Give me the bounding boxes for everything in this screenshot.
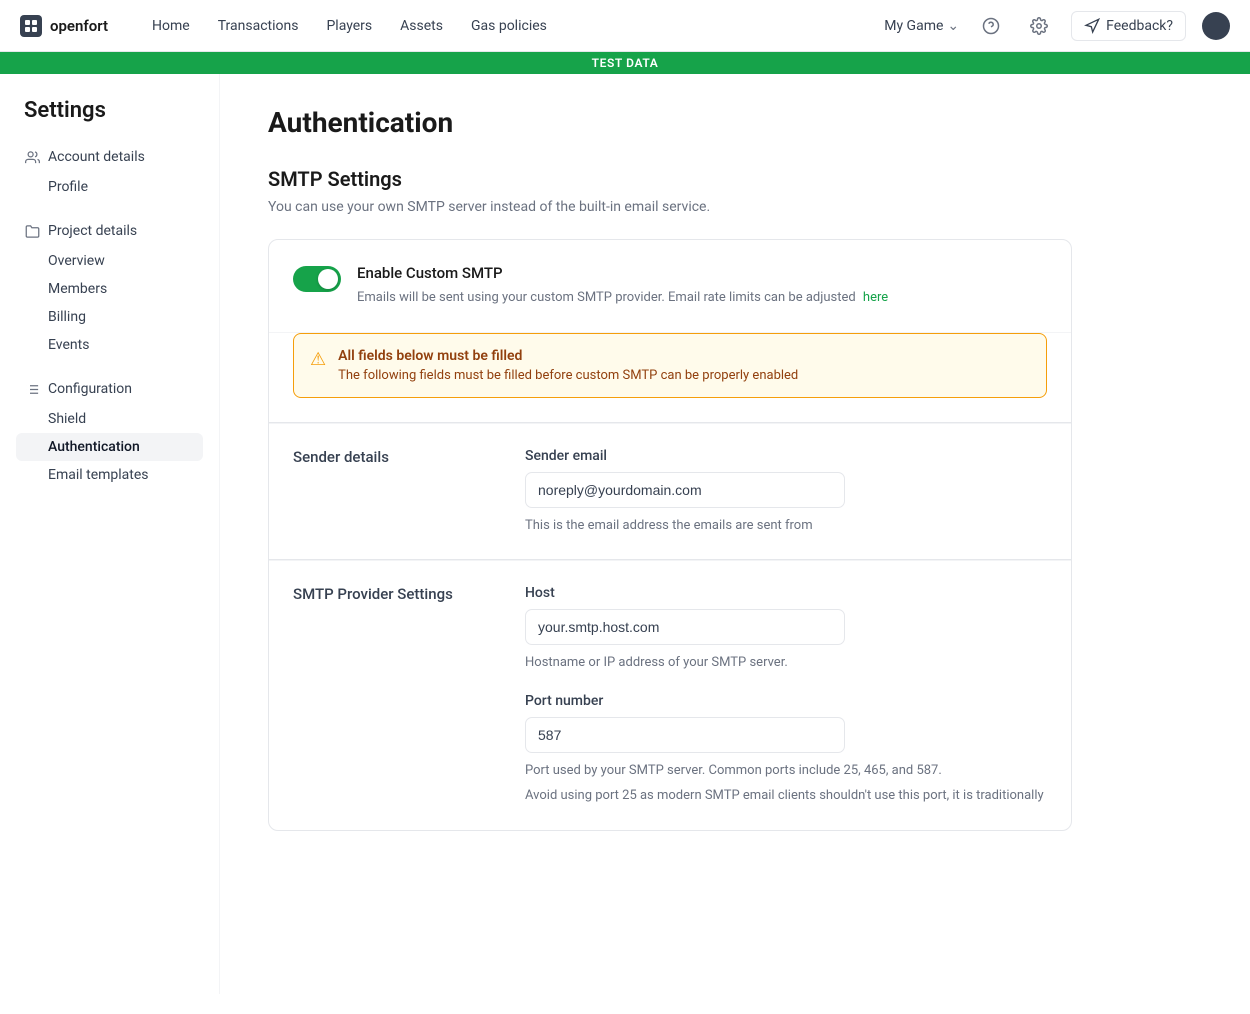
sidebar-item-shield[interactable]: Shield — [16, 405, 203, 433]
sidebar-section-configuration-label: Configuration — [48, 381, 132, 397]
smtp-section-desc: You can use your own SMTP server instead… — [268, 199, 1072, 215]
page-title: Authentication — [268, 106, 1072, 139]
sidebar-item-email-templates[interactable]: Email templates — [16, 461, 203, 489]
toggle-desc-link[interactable]: here — [863, 290, 888, 305]
warning-content: All fields below must be filled The foll… — [338, 348, 798, 383]
sender-section-content: Sender email This is the email address t… — [525, 448, 1047, 536]
game-name: My Game — [884, 18, 943, 34]
port-label: Port number — [525, 693, 1047, 709]
custom-smtp-toggle-row: Enable Custom SMTP Emails will be sent u… — [269, 240, 1071, 333]
test-banner: TEST DATA — [0, 52, 1250, 74]
sidebar-section-configuration-header: Configuration — [16, 375, 203, 403]
sidebar-item-members[interactable]: Members — [16, 275, 203, 303]
custom-smtp-toggle[interactable] — [293, 266, 341, 292]
sidebar-section-project-label: Project details — [48, 223, 137, 239]
sidebar-section-account-header: Account details — [16, 143, 203, 171]
sidebar-section-project-header: Project details — [16, 217, 203, 245]
list-icon — [24, 381, 40, 397]
game-selector[interactable]: My Game ⌄ — [884, 18, 959, 34]
port-help-1: Port used by your SMTP server. Common po… — [525, 761, 1047, 781]
provider-settings-section: SMTP Provider Settings Host Hostname or … — [269, 560, 1071, 830]
nav-right: My Game ⌄ Feedback? — [884, 10, 1230, 42]
gear-icon[interactable] — [1023, 10, 1055, 42]
nav-players[interactable]: Players — [314, 12, 384, 40]
sidebar-item-authentication[interactable]: Authentication — [16, 433, 203, 461]
feedback-label: Feedback? — [1106, 18, 1173, 34]
smtp-card: Enable Custom SMTP Emails will be sent u… — [268, 239, 1072, 831]
nav-assets[interactable]: Assets — [388, 12, 455, 40]
sidebar-item-overview[interactable]: Overview — [16, 247, 203, 275]
nav-links: Home Transactions Players Assets Gas pol… — [140, 12, 559, 40]
host-help: Hostname or IP address of your SMTP serv… — [525, 653, 1047, 673]
feedback-button[interactable]: Feedback? — [1071, 11, 1186, 41]
test-banner-text: TEST DATA — [592, 56, 659, 70]
smtp-section-title: SMTP Settings — [268, 167, 1072, 191]
toggle-content: Enable Custom SMTP Emails will be sent u… — [357, 264, 1047, 308]
nav-home[interactable]: Home — [140, 12, 202, 40]
folder-icon — [24, 223, 40, 239]
main-content: Authentication SMTP Settings You can use… — [220, 74, 1120, 994]
sender-details-section: Sender details Sender email This is the … — [269, 423, 1071, 560]
avatar[interactable] — [1202, 12, 1230, 40]
port-help-2: Avoid using port 25 as modern SMTP email… — [525, 786, 1047, 806]
port-field-group: Port number Port used by your SMTP serve… — [525, 693, 1047, 806]
sidebar-section-account: Account details Profile — [16, 143, 203, 201]
sender-email-help: This is the email address the emails are… — [525, 516, 1047, 536]
warning-box: ⚠ All fields below must be filled The fo… — [293, 333, 1047, 398]
sender-email-label: Sender email — [525, 448, 1047, 464]
main-layout: Settings Account details Profile — [0, 74, 1250, 994]
sidebar-item-billing[interactable]: Billing — [16, 303, 203, 331]
nav-transactions[interactable]: Transactions — [206, 12, 311, 40]
chevron-down-icon: ⌄ — [947, 18, 959, 34]
warning-desc: The following fields must be filled befo… — [338, 368, 798, 383]
sidebar-section-account-label: Account details — [48, 149, 145, 165]
sidebar: Settings Account details Profile — [0, 74, 220, 994]
top-nav: openfort Home Transactions Players Asset… — [0, 0, 1250, 52]
warning-icon: ⚠ — [310, 349, 326, 370]
sidebar-item-events[interactable]: Events — [16, 331, 203, 359]
sidebar-section-configuration: Configuration Shield Authentication Emai… — [16, 375, 203, 489]
logo[interactable]: openfort — [20, 15, 108, 37]
logo-svg — [24, 19, 38, 33]
sender-section-label: Sender details — [293, 448, 493, 536]
provider-section-label: SMTP Provider Settings — [293, 585, 493, 806]
host-label: Host — [525, 585, 1047, 601]
toggle-desc-text: Emails will be sent using your custom SM… — [357, 290, 856, 305]
sender-email-input[interactable] — [525, 472, 845, 508]
toggle-desc: Emails will be sent using your custom SM… — [357, 288, 1047, 308]
provider-section-content: Host Hostname or IP address of your SMTP… — [525, 585, 1047, 806]
logo-text: openfort — [50, 17, 108, 35]
sidebar-title: Settings — [16, 98, 203, 123]
port-input[interactable] — [525, 717, 845, 753]
megaphone-icon — [1084, 18, 1100, 34]
account-icon — [24, 149, 40, 165]
sidebar-section-project: Project details Overview Members Billing… — [16, 217, 203, 359]
help-icon[interactable] — [975, 10, 1007, 42]
host-input[interactable] — [525, 609, 845, 645]
toggle-thumb — [318, 269, 338, 289]
toggle-track — [293, 266, 341, 292]
sidebar-item-profile[interactable]: Profile — [16, 173, 203, 201]
warning-title: All fields below must be filled — [338, 348, 798, 364]
toggle-label: Enable Custom SMTP — [357, 264, 1047, 282]
nav-gas-policies[interactable]: Gas policies — [459, 12, 559, 40]
logo-icon — [20, 15, 42, 37]
